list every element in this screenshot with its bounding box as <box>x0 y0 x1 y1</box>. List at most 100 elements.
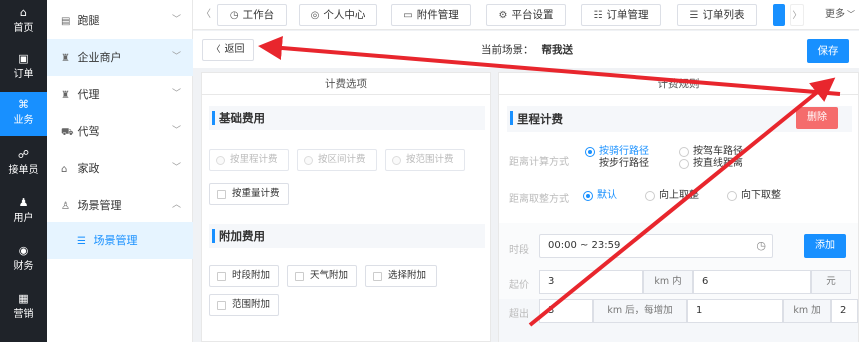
clock-icon: ◷ <box>756 239 766 252</box>
tab-profile[interactable]: ◎ 个人中心 <box>299 4 377 26</box>
rail-business[interactable]: ⌘ 业务 <box>0 92 47 136</box>
courier-icon: ☍ <box>17 148 30 161</box>
scene-label: 当前场景： <box>481 44 534 56</box>
radio-round-down[interactable]: 向下取整 <box>727 190 781 202</box>
radio-round-default[interactable]: 默认 <box>583 190 617 202</box>
extra-selection[interactable]: 选择附加 <box>365 265 437 287</box>
radio-label: 向上取整 <box>659 190 699 201</box>
tab-active-scene[interactable] <box>773 4 785 26</box>
panel-title: 计费规则 <box>499 73 858 95</box>
file-icon: ▭ <box>403 10 413 21</box>
checkbox-icon <box>373 272 382 281</box>
radio-icon <box>392 156 401 165</box>
extra-period[interactable]: 时段附加 <box>209 265 279 287</box>
rail-marketing[interactable]: ▦ 营销 <box>0 286 47 330</box>
tab-order-list[interactable]: ☰ 订单列表 <box>677 4 757 26</box>
option-label: 按范围计费 <box>406 154 454 165</box>
sidebar-item-agent[interactable]: ♜ 代理 ﹀ <box>47 76 193 113</box>
delete-button[interactable]: 删除 <box>796 107 838 129</box>
radio-icon <box>645 191 655 201</box>
current-scene: 当前场景： 帮我送 <box>481 42 573 57</box>
more-tabs[interactable]: 更多 ﹀ <box>825 6 855 24</box>
sidebar-item-housekeeping[interactable]: ⌂ 家政 ﹀ <box>47 150 193 187</box>
user-icon: ♟ <box>18 196 29 209</box>
extra-weather[interactable]: 天气附加 <box>287 265 357 287</box>
car-icon: ⛟ <box>61 127 74 138</box>
primary-rail: ⌂ 首页 ▣ 订单 ⌘ 业务 ☍ 接单员 ♟ 用户 ◉ 财务 ▦ 营销 <box>0 0 47 342</box>
tab-label: 订单管理 <box>606 9 649 21</box>
sidebar-item-merchant[interactable]: ♜ 企业商户 ﹀ <box>47 39 193 76</box>
scene-name: 帮我送 <box>541 44 574 56</box>
radio-label: 按步行路径 <box>599 158 649 169</box>
sidebar-item-scene-group[interactable]: ♙ 场景管理 ︿ <box>47 187 193 224</box>
tab-platform-settings[interactable]: ⚙ 平台设置 <box>486 4 566 26</box>
chevron-up-icon: ︿ <box>171 200 181 210</box>
rail-finance[interactable]: ◉ 财务 <box>0 238 47 282</box>
option-by-interval[interactable]: 按区间计费 <box>297 149 377 171</box>
radio-icon <box>216 156 225 165</box>
radio-label: 按驾车路径 <box>693 146 743 157</box>
rail-marketing-label: 营销 <box>13 309 34 320</box>
scene-icon: ♙ <box>61 201 70 212</box>
sidebar-item-errand[interactable]: ▤ 跑腿 ﹀ <box>47 2 193 39</box>
radio-straight-line[interactable]: 按直线距离 <box>679 158 743 170</box>
chevron-left-icon: 〈 <box>211 45 221 55</box>
start-km-input[interactable]: 3 <box>539 270 643 294</box>
option-by-range[interactable]: 按范围计费 <box>385 149 465 171</box>
tab-workbench[interactable]: ◷ 工作台 <box>217 4 287 26</box>
business-icon: ⌘ <box>18 98 29 111</box>
chevron-right-icon[interactable]: 〉 <box>790 4 804 26</box>
rail-home-label: 首页 <box>13 23 34 34</box>
agent-icon: ♜ <box>61 90 70 101</box>
sidebar-item-driver[interactable]: ⛟ 代驾 ﹀ <box>47 113 193 150</box>
profile-icon: ◎ <box>310 10 320 21</box>
over-step-input[interactable]: 1 <box>687 299 783 323</box>
radio-label: 默认 <box>597 190 617 201</box>
chevron-down-icon: ﹀ <box>171 163 181 173</box>
extra-range[interactable]: 范围附加 <box>209 294 279 316</box>
sidebar-item-label: 企业商户 <box>77 51 122 64</box>
time-range-input[interactable]: 00:00 ~ 23:59 ◷ <box>539 234 773 258</box>
option-by-mileage[interactable]: 按里程计费 <box>209 149 289 171</box>
add-button[interactable]: 添加 <box>804 234 846 258</box>
chevron-down-icon: ﹀ <box>171 52 181 62</box>
page-header: 〈返回 当前场景： 帮我送 保存 <box>193 31 859 68</box>
tab-attachments[interactable]: ▭ 附件管理 <box>391 4 471 26</box>
tab-order-manage[interactable]: ☷ 订单管理 <box>581 4 661 26</box>
gear-icon: ⚙ <box>498 10 508 21</box>
start-km-unit: km 内 <box>643 270 693 294</box>
radio-round-up[interactable]: 向上取整 <box>645 190 699 202</box>
option-label: 按里程计费 <box>230 154 278 165</box>
over-step-unit: km 加 <box>783 299 831 323</box>
rail-couriers[interactable]: ☍ 接单员 <box>0 142 47 186</box>
over-km-input[interactable]: 3 <box>539 299 593 323</box>
rail-home[interactable]: ⌂ 首页 <box>0 0 47 44</box>
radio-icon <box>679 159 689 169</box>
sidebar-item-scene-manage[interactable]: ☰ 场景管理 <box>47 222 193 259</box>
tab-label: 工作台 <box>242 9 275 21</box>
start-price-label: 起价 <box>509 280 529 291</box>
save-button[interactable]: 保存 <box>807 39 849 63</box>
distance-calc-label: 距离计算方式 <box>509 157 569 168</box>
over-price-input[interactable]: 2 <box>831 299 858 323</box>
rail-users[interactable]: ♟ 用户 <box>0 190 47 234</box>
radio-cycling-path[interactable]: 按骑行路径 <box>585 146 649 158</box>
tab-label: 个人中心 <box>323 9 366 21</box>
rail-orders[interactable]: ▣ 订单 <box>0 46 47 90</box>
sidebar-item-label: 场景管理 <box>93 234 138 247</box>
back-button[interactable]: 〈返回 <box>202 39 254 61</box>
panel-title: 计费选项 <box>202 73 490 95</box>
radio-walking-path[interactable]: 按步行路径 <box>585 158 649 170</box>
section-title: 基础费用 <box>209 106 485 130</box>
chevron-left-icon[interactable]: 〈 <box>199 7 213 23</box>
radio-label: 向下取整 <box>741 190 781 201</box>
chevron-down-icon: ﹀ <box>171 126 181 136</box>
sidebar-item-label: 跑腿 <box>77 14 100 27</box>
rounding-label: 距离取整方式 <box>509 194 569 205</box>
radio-icon <box>583 191 593 201</box>
option-by-weight[interactable]: 按重量计费 <box>209 183 289 205</box>
tab-bar: 〈 ◷ 工作台 ◎ 个人中心 ▭ 附件管理 ⚙ 平台设置 ☷ 订单管理 ☰ 订单列表 〉 更… <box>193 0 859 30</box>
radio-label: 按骑行路径 <box>599 146 649 157</box>
radio-driving-path[interactable]: 按驾车路径 <box>679 146 743 158</box>
start-price-input[interactable]: 6 <box>693 270 811 294</box>
